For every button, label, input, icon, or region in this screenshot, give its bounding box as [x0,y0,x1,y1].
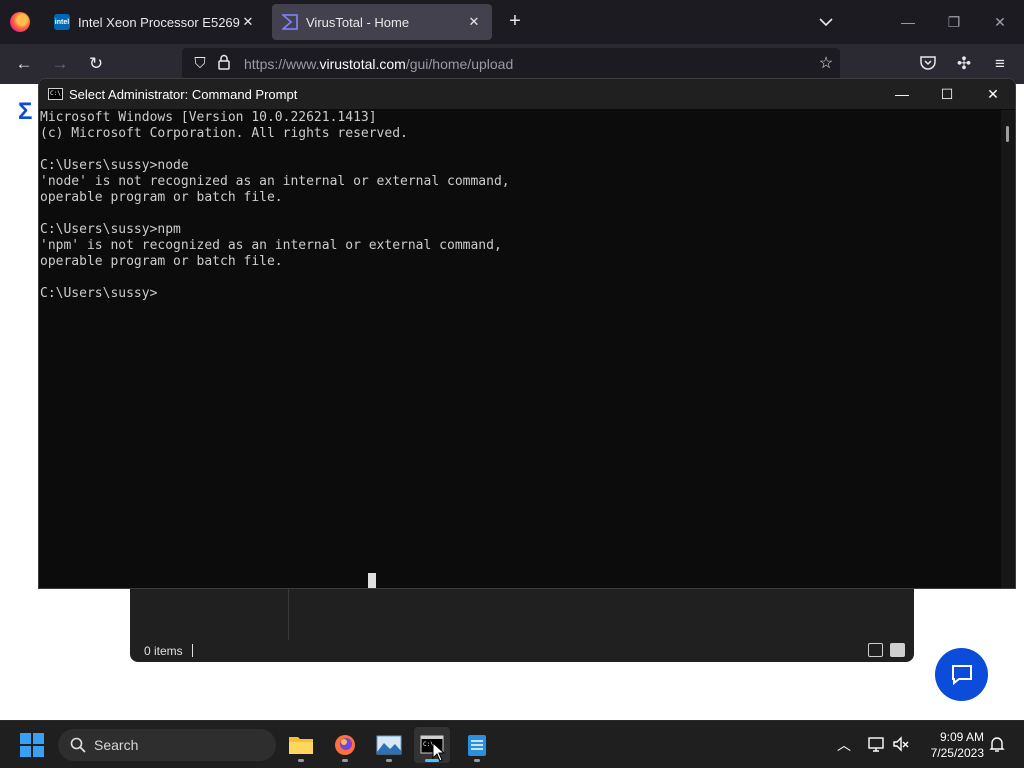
large-icons-view-icon[interactable] [890,643,905,657]
notifications-bell-icon[interactable] [987,735,1007,755]
firefox-icon [335,735,355,755]
search-icon [70,737,86,753]
text-cursor [368,573,376,588]
status-separator [192,644,193,657]
minimize-icon[interactable]: — [892,84,912,104]
tab-title: Intel Xeon Processor E52697 v2 [78,14,240,30]
photos-app[interactable] [371,727,407,763]
folder-icon [289,737,313,754]
new-tab-button[interactable]: + [504,10,526,32]
list-all-tabs-icon[interactable] [816,12,836,32]
console-line: operable program or batch file. [40,190,283,205]
notepad-app[interactable] [459,727,495,763]
intel-icon: intel [54,14,70,30]
forward-icon[interactable]: → [50,54,70,74]
extensions-icon[interactable]: ✣ [954,54,974,74]
console-scrollbar[interactable] [1001,110,1015,588]
console-line: C:\Users\sussy>npm [40,222,181,237]
lock-icon[interactable] [216,54,232,74]
chat-support-button[interactable] [935,648,988,701]
item-count-status: 0 items [144,644,183,658]
virustotal-icon [282,14,298,30]
console-output[interactable]: Microsoft Windows [Version 10.0.22621.14… [40,110,1000,580]
volume-muted-icon[interactable] [891,735,911,755]
close-window-icon[interactable]: ✕ [990,12,1010,32]
windows-start-icon[interactable] [20,733,44,757]
tab-virustotal[interactable]: VirusTotal - Home ✕ [272,4,492,40]
address-bar[interactable]: ⛉ https://www.virustotal.com/gui/home/up… [182,48,840,80]
bookmark-star-icon[interactable]: ☆ [816,54,836,74]
chat-icon [951,664,972,685]
show-hidden-icons-chevron-icon[interactable]: ︿ [834,735,854,755]
url-text: https://www.virustotal.com/gui/home/uplo… [244,56,514,72]
browser-tab-bar: intel Intel Xeon Processor E52697 v2 ✕ V… [0,0,1024,44]
back-icon[interactable]: ← [14,54,34,74]
taskbar-search-box[interactable]: Search [58,729,276,761]
cmd-app-icon: C:\ [48,88,63,100]
tab-close-icon[interactable]: ✕ [466,14,482,30]
console-line: 'node' is not recognized as an internal … [40,174,510,189]
pocket-icon[interactable] [918,54,938,74]
cmd-title-bar[interactable]: C:\ Select Administrator: Command Prompt… [39,79,1015,109]
console-line: Microsoft Windows [Version 10.0.22621.14… [40,110,377,125]
console-line: C:\Users\sussy> [40,286,158,301]
notepad-icon [468,735,486,756]
firefox-app[interactable] [327,727,363,763]
console-line: 'npm' is not recognized as an internal o… [40,238,502,253]
virustotal-logo-icon[interactable]: Σ [18,98,32,126]
reload-icon[interactable]: ↻ [86,54,106,74]
maximize-icon[interactable]: ☐ [937,84,957,104]
app-menu-icon[interactable]: ≡ [990,54,1010,74]
file-explorer-window: 0 items [130,588,914,662]
cmd-window-title: Select Administrator: Command Prompt [69,87,298,102]
clock-date: 7/25/2023 [930,746,984,760]
tab-close-icon[interactable]: ✕ [240,14,256,30]
clock-time: 9:09 AM [939,730,984,744]
minimize-icon[interactable]: — [898,12,918,32]
photos-icon [376,735,402,755]
tab-title: VirusTotal - Home [306,14,410,30]
pane-divider[interactable] [288,588,289,640]
firefox-menu-icon[interactable] [10,12,30,32]
desktop-screen: intel Intel Xeon Processor E52697 v2 ✕ V… [0,0,1024,768]
console-line: C:\Users\sussy>node [40,158,189,173]
close-icon[interactable]: ✕ [983,84,1003,104]
scrollbar-thumb[interactable] [1006,126,1009,142]
system-clock[interactable]: 9:09 AM 7/25/2023 [920,729,984,761]
shield-icon[interactable]: ⛉ [190,54,210,74]
details-view-icon[interactable] [868,643,883,657]
search-label: Search [94,737,139,753]
restore-icon[interactable]: ❐ [944,12,964,32]
console-line: (c) Microsoft Corporation. All rights re… [40,126,408,141]
mouse-pointer-icon [432,742,446,762]
command-prompt-window[interactable]: C:\ Select Administrator: Command Prompt… [38,78,1016,589]
file-explorer-app[interactable] [283,727,319,763]
taskbar: Search C:\ ︿ 9:09 AM 7/25/2023 [0,720,1024,768]
network-icon[interactable] [866,735,886,755]
console-line: operable program or batch file. [40,254,283,269]
tab-intel-xeon[interactable]: intel Intel Xeon Processor E52697 v2 ✕ [44,4,266,40]
